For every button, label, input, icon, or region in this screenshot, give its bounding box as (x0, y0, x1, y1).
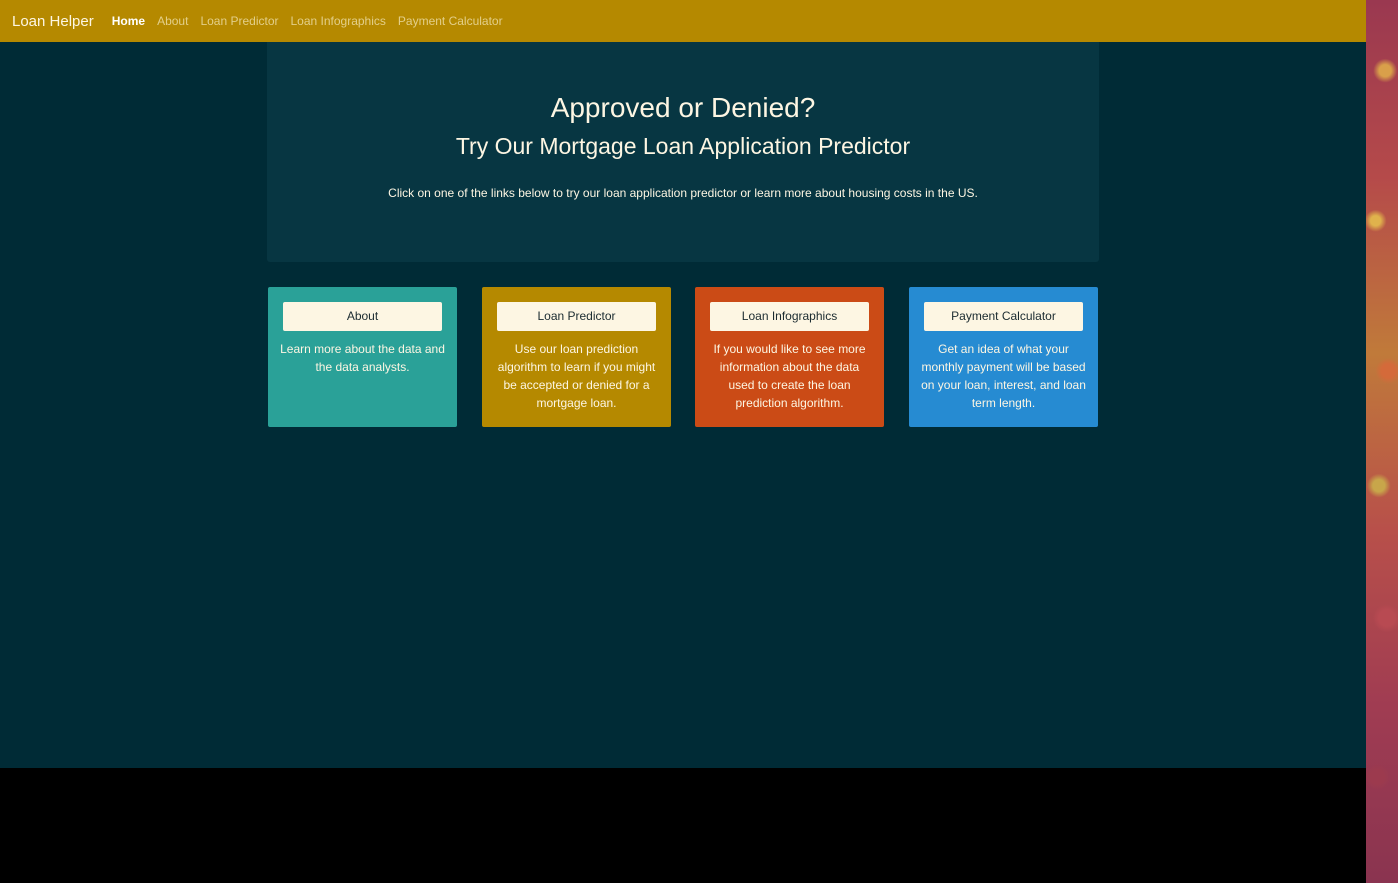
brand-link[interactable]: Loan Helper (12, 13, 94, 30)
background-texture-image (1366, 0, 1398, 883)
nav-link-loan-infographics[interactable]: Loan Infographics (290, 14, 385, 28)
nav-link-loan-predictor[interactable]: Loan Predictor (200, 14, 278, 28)
about-button[interactable]: About (283, 302, 442, 331)
card-payment-calculator: Payment Calculator Get an idea of what y… (909, 287, 1098, 427)
payment-calculator-button[interactable]: Payment Calculator (924, 302, 1083, 331)
card-loan-predictor: Loan Predictor Use our loan prediction a… (482, 287, 671, 427)
nav-link-about[interactable]: About (157, 14, 188, 28)
hero-text: Click on one of the links below to try o… (388, 186, 978, 200)
navbar: Loan Helper Home About Loan Predictor Lo… (0, 0, 1366, 42)
hero-panel: Approved or Denied? Try Our Mortgage Loa… (267, 42, 1099, 262)
nav-link-payment-calculator[interactable]: Payment Calculator (398, 14, 503, 28)
loan-infographics-button[interactable]: Loan Infographics (710, 302, 869, 331)
hero-title: Approved or Denied? (550, 92, 816, 123)
card-description: Learn more about the data and the data a… (280, 342, 445, 374)
loan-predictor-button[interactable]: Loan Predictor (497, 302, 656, 331)
hero-subtitle: Try Our Mortgage Loan Application Predic… (455, 133, 911, 159)
card-description: Get an idea of what your monthly payment… (921, 342, 1086, 410)
card-description: If you would like to see more informatio… (713, 342, 866, 410)
card-description: Use our loan prediction algorithm to lea… (497, 342, 656, 410)
nav-link-home[interactable]: Home (112, 14, 145, 28)
card-about: About Learn more about the data and the … (268, 287, 457, 427)
card-loan-infographics: Loan Infographics If you would like to s… (695, 287, 884, 427)
